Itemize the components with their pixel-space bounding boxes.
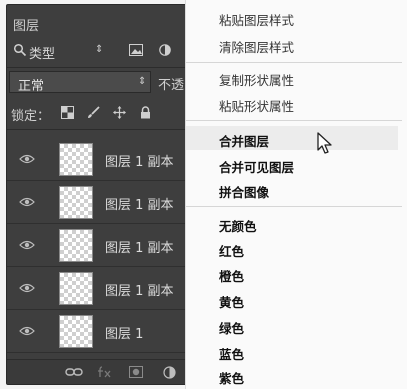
layer-name: 图层 1 副本: [105, 284, 174, 299]
layer-thumbnail: [59, 272, 93, 305]
menu-item-no-color[interactable]: 无颜色: [219, 216, 257, 235]
menu-item-paste-layer-style[interactable]: 粘贴图层样式: [219, 10, 294, 29]
layer-context-menu: 粘贴图层样式 清除图层样式 复制形状属性 粘贴形状属性 合并图层 合并可见图层 …: [185, 0, 407, 389]
fx-icon[interactable]: [97, 366, 111, 378]
blend-row: 正常 ⇕ 不透: [7, 67, 205, 97]
menu-item-blue[interactable]: 蓝色: [219, 344, 244, 363]
layer-name: 图层 1: [105, 327, 144, 342]
layer-row[interactable]: 图层 1: [7, 310, 205, 353]
menu-separator: [186, 206, 402, 207]
filter-type-dropdown[interactable]: 类型: [29, 43, 55, 62]
layers-footer: [7, 359, 205, 384]
menu-item-merge-visible[interactable]: 合并可见图层: [219, 157, 294, 176]
layer-row[interactable]: 图层 1 副本: [7, 181, 205, 224]
blend-mode-select[interactable]: 正常 ⇕: [9, 71, 151, 94]
layer-row[interactable]: 图层 1 副本: [7, 224, 205, 267]
layer-thumbnail: [59, 315, 93, 348]
visibility-eye-icon[interactable]: [19, 239, 35, 251]
menu-item-orange[interactable]: 橙色: [219, 266, 244, 285]
menu-item-red[interactable]: 红色: [219, 241, 244, 260]
menu-item-clear-layer-style[interactable]: 清除图层样式: [219, 37, 294, 56]
visibility-eye-icon[interactable]: [19, 153, 35, 165]
visibility-eye-icon[interactable]: [19, 196, 35, 208]
blend-mode-value: 正常: [18, 79, 45, 94]
mouse-cursor-icon: [317, 132, 332, 154]
panel-title: 图层: [13, 19, 40, 34]
menu-item-green[interactable]: 绿色: [219, 318, 244, 337]
layer-thumbnail: [59, 143, 93, 176]
opacity-label: 不透: [158, 78, 185, 93]
menu-item-flatten-image[interactable]: 拼合图像: [219, 182, 269, 201]
filter-type-arrows[interactable]: ⇕: [95, 44, 103, 55]
link-icon[interactable]: [65, 366, 83, 378]
menu-item-merge-layers[interactable]: 合并图层: [219, 131, 269, 150]
lock-row: 锁定：: [7, 97, 205, 130]
visibility-eye-icon[interactable]: [19, 282, 35, 294]
menu-item-copy-shape-attributes[interactable]: 复制形状属性: [219, 70, 294, 89]
layer-thumbnail: [59, 186, 93, 219]
layer-name: 图层 1 副本: [105, 241, 174, 256]
visibility-eye-icon[interactable]: [19, 325, 35, 337]
filter-row: 类型 ⇕: [7, 35, 205, 68]
brush-icon[interactable]: [87, 106, 100, 119]
lock-transparent-icon[interactable]: [61, 106, 74, 119]
chevron-updown-icon: ⇕: [138, 76, 147, 87]
layer-row[interactable]: 图层 1 副本: [7, 267, 205, 310]
menu-separator: [186, 120, 402, 121]
mask-icon[interactable]: [129, 366, 143, 378]
adjustment-filter-icon[interactable]: [159, 44, 171, 56]
layer-row[interactable]: 图层 1 副本: [7, 138, 205, 181]
move-icon[interactable]: [113, 106, 126, 119]
layer-thumbnail: [59, 229, 93, 262]
adjustment-layer-icon[interactable]: [163, 366, 176, 379]
lock-icon[interactable]: [139, 106, 152, 119]
menu-item-yellow[interactable]: 黄色: [219, 292, 244, 311]
menu-item-paste-shape-attributes[interactable]: 粘贴形状属性: [219, 96, 294, 115]
image-filter-icon[interactable]: [129, 44, 143, 56]
menu-item-hover-highlight: [186, 126, 398, 150]
search-icon[interactable]: [13, 43, 27, 57]
layer-name: 图层 1 副本: [105, 198, 174, 213]
layer-name: 图层 1 副本: [105, 155, 174, 170]
menu-item-purple[interactable]: 紫色: [219, 368, 244, 387]
lock-label: 锁定：: [11, 109, 51, 124]
menu-separator: [186, 62, 402, 63]
layers-panel: 图层 类型 ⇕ 正常 ⇕ 不透 锁定： 图层 1 副本 图层 1 副本 图层 1…: [6, 4, 206, 385]
